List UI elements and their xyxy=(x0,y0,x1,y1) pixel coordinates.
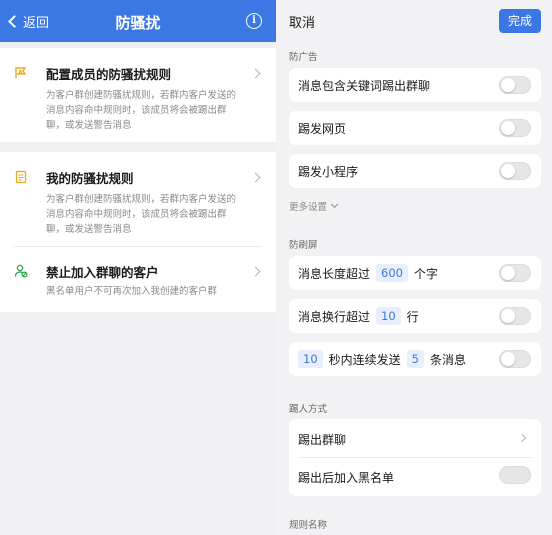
divider xyxy=(298,457,532,458)
card-config-rules: 配置成员的防骚扰规则 为客户群创建防骚扰规则，若群内客户发送的消息内容命中规则时… xyxy=(0,48,276,142)
kick-out-row[interactable]: 踢出群聊 xyxy=(298,431,346,448)
chevron-down-icon xyxy=(330,200,339,209)
list-item-blocked-customers[interactable]: 禁止加入群聊的客户 黑名单用户不可再次加入我创建的客户群 xyxy=(0,262,276,299)
row-middle: 秒内连续发送 xyxy=(328,352,401,367)
item-desc: 黑名单用户不可再次加入我创建的客户群 xyxy=(46,286,218,297)
nav-bar: 返回 防骚扰 i xyxy=(0,0,276,42)
row-prefix: 消息换行超过 xyxy=(298,309,371,324)
section-title-rule-name: 规则名称 xyxy=(289,520,328,531)
item-title: 我的防骚扰规则 xyxy=(46,171,134,186)
row-message-newline: 消息换行超过 10 行 xyxy=(289,299,541,333)
row-label: 踢发小程序 xyxy=(298,164,359,179)
card-my-rules: 我的防骚扰规则 为客户群创建防骚扰规则，若群内客户发送的消息内容命中规则时，该成… xyxy=(0,152,276,312)
item-title: 禁止加入群聊的客户 xyxy=(46,265,159,280)
length-value-input[interactable]: 600 xyxy=(376,264,408,282)
blacklist-row-label: 踢出后加入黑名单 xyxy=(298,471,395,485)
list-item-config-rules[interactable]: 配置成员的防骚扰规则 为客户群创建防骚扰规则，若群内客户发送的消息内容命中规则时… xyxy=(0,48,276,133)
item-title: 配置成员的防骚扰规则 xyxy=(46,67,172,82)
item-desc: 为客户群创建防骚扰规则，若群内客户发送的消息内容命中规则时，该成员将会被踢出群聊… xyxy=(46,194,237,235)
newline-value-input[interactable]: 10 xyxy=(376,307,401,325)
row-label: 踢发网页 xyxy=(298,121,347,136)
row-suffix: 个字 xyxy=(413,266,438,281)
user-block-icon xyxy=(14,264,28,278)
message-length-toggle[interactable] xyxy=(499,264,531,282)
right-pane: 取消 完成 防广告 消息包含关键词踢出群聊 踢发网页 踢发小程序 更多设置 防刷… xyxy=(276,0,552,535)
message-rate-toggle[interactable] xyxy=(499,350,531,368)
chevron-right-icon xyxy=(517,433,527,443)
done-button[interactable]: 完成 xyxy=(499,9,541,33)
list-item-my-rules[interactable]: 我的防骚扰规则 为客户群创建防骚扰规则，若群内客户发送的消息内容命中规则时，该成… xyxy=(0,152,276,237)
more-settings-button[interactable]: 更多设置 xyxy=(289,199,339,213)
flag-icon xyxy=(15,67,26,78)
section-title-flood: 防刷屏 xyxy=(289,240,318,251)
left-pane: 返回 防骚扰 i 配置成员的防骚扰规则 为客户群创建防骚扰规则，若群内客户发送的… xyxy=(0,0,276,535)
divider xyxy=(14,246,262,247)
section-title-ads: 防广告 xyxy=(289,52,318,63)
screen: 返回 防骚扰 i 配置成员的防骚扰规则 为客户群创建防骚扰规则，若群内客户发送的… xyxy=(0,0,552,535)
document-icon xyxy=(15,170,27,184)
kick-webpage-toggle[interactable] xyxy=(499,119,531,137)
row-keyword-kick: 消息包含关键词踢出群聊 xyxy=(289,68,541,102)
rate-count-input[interactable]: 5 xyxy=(406,350,424,368)
top-bar: 取消 完成 xyxy=(276,0,552,42)
page-title: 防骚扰 xyxy=(115,14,161,32)
item-desc: 为客户群创建防骚扰规则，若群内客户发送的消息内容命中规则时，该成员将会被踢出群聊… xyxy=(46,90,237,131)
section-title-kick: 踢人方式 xyxy=(289,404,328,415)
kick-miniprogram-toggle[interactable] xyxy=(499,162,531,180)
row-message-length: 消息长度超过 600 个字 xyxy=(289,256,541,290)
keyword-kick-toggle[interactable] xyxy=(499,76,531,94)
blacklist-toggle[interactable] xyxy=(499,466,531,484)
kick-method-group: 踢出群聊 踢出后加入黑名单 xyxy=(289,419,541,496)
row-message-rate: 10 秒内连续发送 5 条消息 xyxy=(289,342,541,376)
row-suffix: 行 xyxy=(406,309,419,324)
row-kick-webpage: 踢发网页 xyxy=(289,111,541,145)
rate-seconds-input[interactable]: 10 xyxy=(298,350,323,368)
row-label: 消息包含关键词踢出群聊 xyxy=(298,78,431,93)
row-suffix: 条消息 xyxy=(429,352,466,367)
info-icon[interactable]: i xyxy=(246,13,262,29)
row-kick-miniprogram: 踢发小程序 xyxy=(289,154,541,188)
message-newline-toggle[interactable] xyxy=(499,307,531,325)
more-settings-label: 更多设置 xyxy=(289,202,328,213)
cancel-button[interactable]: 取消 xyxy=(289,12,315,31)
row-prefix: 消息长度超过 xyxy=(298,266,371,281)
